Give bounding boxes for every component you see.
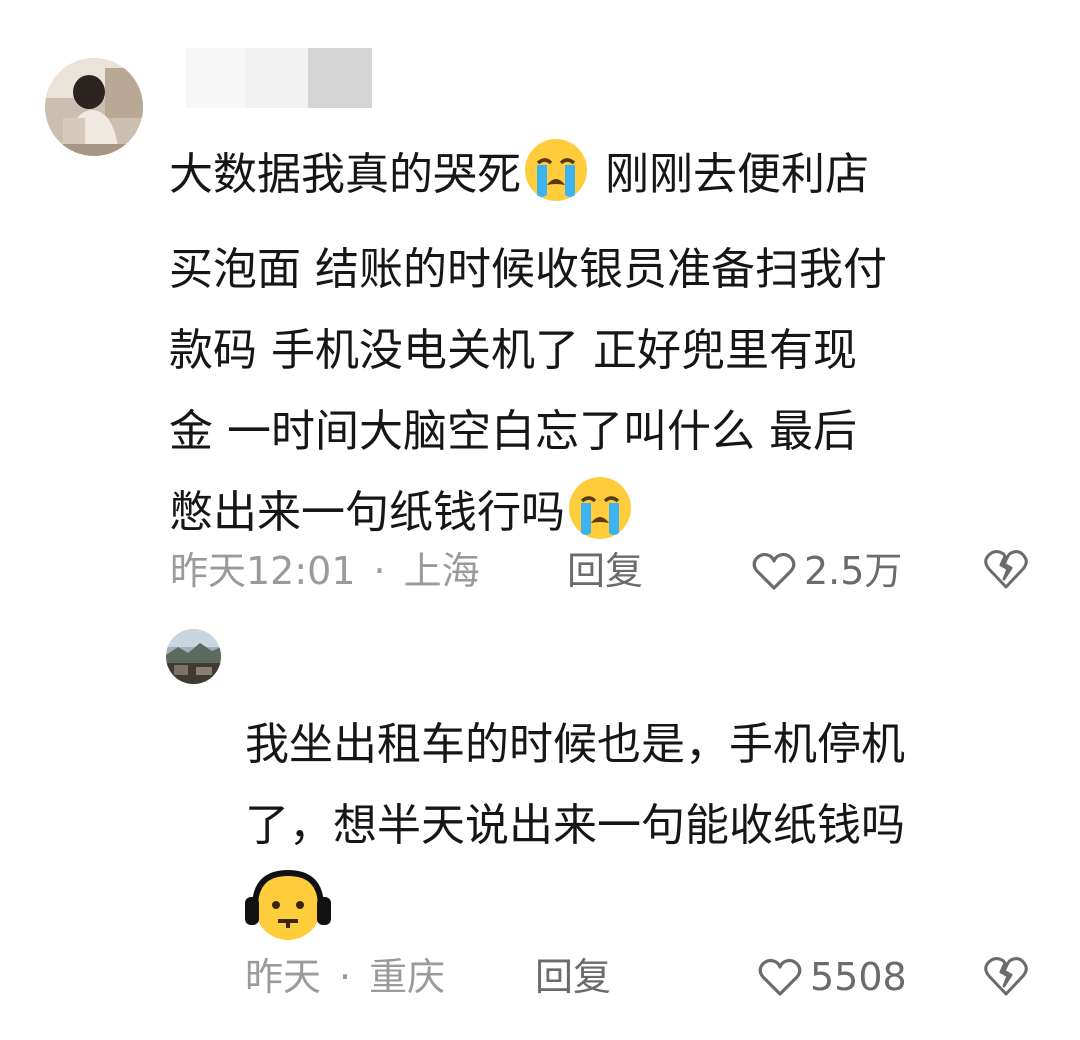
comment-line: 金 一时间大脑空白忘了叫什么 最后 bbox=[169, 406, 857, 457]
comment-time: 昨天 bbox=[245, 955, 322, 999]
comment-time: 昨天12:01 bbox=[170, 549, 356, 593]
comment-line: 了，想半天说出来一句能收纸钱吗 bbox=[245, 800, 905, 851]
reply-button[interactable]: 回复 bbox=[535, 952, 611, 1002]
username-redacted[interactable] bbox=[186, 48, 372, 108]
separator-dot: · bbox=[339, 955, 352, 999]
broken-heart-icon bbox=[984, 550, 1028, 589]
comment-line: 大数据我真的哭死 bbox=[169, 149, 521, 200]
commenter-avatar[interactable] bbox=[45, 58, 143, 156]
heart-icon bbox=[758, 958, 802, 996]
dislike-button[interactable] bbox=[983, 548, 1029, 594]
comment-meta: 昨天 · 重庆 bbox=[245, 952, 445, 1002]
like-button[interactable]: 2.5万 bbox=[752, 546, 902, 596]
loudly-crying-face-icon bbox=[523, 137, 589, 229]
like-count: 5508 bbox=[810, 955, 907, 999]
comment-text: 大数据我真的哭死 刚刚去便利店 买泡面 结账的时候收银员准备扫我付 款码 手机没… bbox=[169, 134, 1039, 567]
comment-line: 憋出来一句纸钱行吗 bbox=[169, 487, 565, 538]
commenter-avatar[interactable] bbox=[166, 629, 221, 684]
comment-line: 款码 手机没电关机了 正好兜里有现 bbox=[169, 325, 857, 376]
comment-line: 我坐出租车的时候也是，手机停机 bbox=[245, 719, 905, 770]
comment-location: 重庆 bbox=[369, 955, 446, 999]
heart-icon bbox=[752, 552, 796, 590]
like-count: 2.5万 bbox=[804, 549, 903, 593]
comment-line: 买泡面 结账的时候收银员准备扫我付 bbox=[169, 244, 887, 295]
broken-heart-icon bbox=[984, 957, 1028, 996]
like-button[interactable]: 5508 bbox=[758, 952, 907, 1002]
dislike-button[interactable] bbox=[983, 955, 1029, 1001]
separator-dot: · bbox=[373, 549, 386, 593]
comment-location: 上海 bbox=[403, 549, 480, 593]
reply-button[interactable]: 回复 bbox=[567, 546, 643, 596]
comment-line: 刚刚去便利店 bbox=[605, 149, 869, 200]
comment-meta: 昨天12:01 · 上海 bbox=[170, 546, 480, 596]
comment-text: 我坐出租车的时候也是，手机停机 了，想半天说出来一句能收纸钱吗 bbox=[245, 704, 1040, 969]
